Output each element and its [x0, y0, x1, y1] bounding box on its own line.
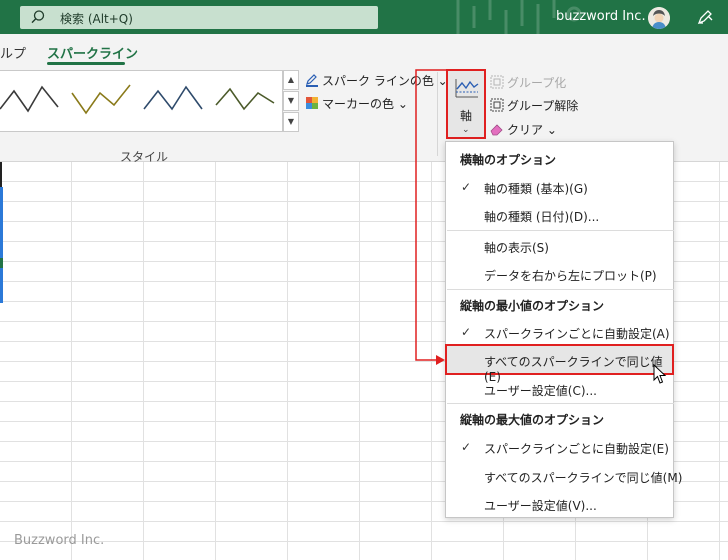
- sparkline-style-gallery[interactable]: [0, 70, 283, 132]
- group-label: グループ化: [507, 76, 567, 90]
- clear-label: クリア: [507, 123, 544, 137]
- sparkline-style-2[interactable]: [70, 79, 132, 119]
- search-box[interactable]: 検索 (Alt+Q): [20, 6, 378, 29]
- checkmark-icon: ✓: [461, 325, 472, 339]
- menu-item-min-same[interactable]: すべてのスパークラインで同じ値(E): [445, 344, 674, 384]
- eraser-icon: [490, 124, 503, 136]
- sparkline-color-button[interactable]: スパーク ラインの色 ⌄: [305, 72, 448, 89]
- ungroup-button[interactable]: グループ解除: [490, 97, 578, 114]
- pen-color-icon: [306, 74, 318, 87]
- menu-item-label: スパークラインごとに自動設定(A): [484, 327, 670, 341]
- menu-item-max-same[interactable]: すべてのスパークラインで同じ値(M): [446, 463, 682, 489]
- axis-options-menu: 横軸のオプション ✓ 軸の種類 (基本)(G) 軸の種類 (日付)(D)... …: [445, 141, 682, 518]
- marker-color-icon: [306, 97, 318, 109]
- axis-icon: [455, 79, 479, 98]
- ribbon-divider: [437, 72, 438, 156]
- menu-item-label: 軸の表示(S): [484, 241, 549, 255]
- mouse-cursor-icon: [653, 364, 667, 384]
- gallery-scroll: ▲ ▼ ▼: [283, 70, 299, 132]
- tab-sparkline[interactable]: スパークライン: [47, 43, 138, 62]
- sparkline-style-4[interactable]: [214, 79, 276, 119]
- search-placeholder: 検索 (Alt+Q): [60, 12, 133, 26]
- watermark: Buzzword Inc.: [14, 533, 105, 548]
- menu-item-label: 軸の種類 (日付)(D)...: [484, 210, 600, 224]
- clear-button[interactable]: クリア ⌄: [490, 121, 557, 138]
- checkmark-icon: ✓: [461, 440, 472, 454]
- ribbon-tabs: ルプ スパークライン: [0, 34, 728, 68]
- menu-item-label: 軸の種類 (基本)(G): [484, 182, 588, 196]
- checkmark-icon: ✓: [461, 180, 472, 194]
- marker-color-label: マーカーの色: [322, 97, 395, 111]
- account-name[interactable]: buzzword Inc.: [556, 9, 646, 24]
- menu-item-label: ユーザー設定値(V)...: [484, 499, 597, 513]
- menu-item-label: すべてのスパークラインで同じ値(M): [484, 471, 683, 485]
- sparkline-color-label: スパーク ラインの色: [322, 74, 434, 88]
- menu-item-label: すべてのスパークラインで同じ値(E): [484, 355, 663, 384]
- menu-item-max-custom[interactable]: ユーザー設定値(V)...: [446, 491, 673, 517]
- menu-item-label: ユーザー設定値(C)...: [484, 384, 597, 398]
- title-bar: 検索 (Alt+Q) buzzword Inc.: [0, 0, 728, 34]
- gallery-up-button[interactable]: ▲: [283, 70, 299, 90]
- menu-item-show-axis[interactable]: 軸の表示(S): [446, 233, 673, 259]
- menu-item-axis-type-general[interactable]: ✓ 軸の種類 (基本)(G): [446, 174, 673, 200]
- sparkline-style-3[interactable]: [142, 79, 204, 119]
- avatar[interactable]: [648, 7, 670, 29]
- pen-icon[interactable]: [696, 8, 714, 26]
- chevron-down-icon: ⌄: [462, 125, 470, 135]
- cell-border: [0, 162, 2, 189]
- menu-divider: [447, 230, 674, 231]
- ungroup-icon: [490, 98, 504, 112]
- menu-section-horizontal: 横軸のオプション: [460, 153, 557, 167]
- selection-handle[interactable]: [0, 258, 3, 268]
- group-icon: [490, 75, 504, 89]
- chevron-down-icon: ⌄: [397, 97, 408, 111]
- gallery-more-button[interactable]: ▼: [283, 112, 299, 132]
- axis-button-label: 軸: [460, 109, 473, 123]
- chevron-down-icon: ⌄: [546, 123, 557, 137]
- menu-item-plot-right-to-left[interactable]: データを右から左にプロット(P): [446, 261, 673, 287]
- menu-divider: [447, 403, 674, 404]
- menu-section-min: 縦軸の最小値のオプション: [460, 299, 605, 313]
- menu-item-label: データを右から左にプロット(P): [484, 269, 657, 283]
- axis-button[interactable]: 軸 ⌄: [446, 69, 486, 139]
- menu-item-axis-type-date[interactable]: 軸の種類 (日付)(D)...: [446, 202, 673, 228]
- gallery-down-button[interactable]: ▼: [283, 91, 299, 111]
- menu-divider: [447, 289, 674, 290]
- menu-item-max-auto[interactable]: ✓ スパークラインごとに自動設定(E): [446, 434, 673, 460]
- menu-item-min-auto[interactable]: ✓ スパークラインごとに自動設定(A): [446, 319, 673, 345]
- menu-section-max: 縦軸の最大値のオプション: [460, 413, 605, 427]
- group-button[interactable]: グループ化: [490, 74, 566, 91]
- active-tab-indicator: [47, 62, 125, 65]
- sparkline-style-1[interactable]: [0, 79, 62, 119]
- search-icon: [31, 10, 45, 24]
- marker-color-button[interactable]: マーカーの色 ⌄: [305, 95, 408, 112]
- tab-help[interactable]: ルプ: [0, 43, 26, 62]
- menu-item-label: スパークラインごとに自動設定(E): [484, 442, 669, 456]
- selection-border: [0, 187, 3, 303]
- avatar-icon: [648, 7, 670, 29]
- ungroup-label: グループ解除: [507, 99, 579, 113]
